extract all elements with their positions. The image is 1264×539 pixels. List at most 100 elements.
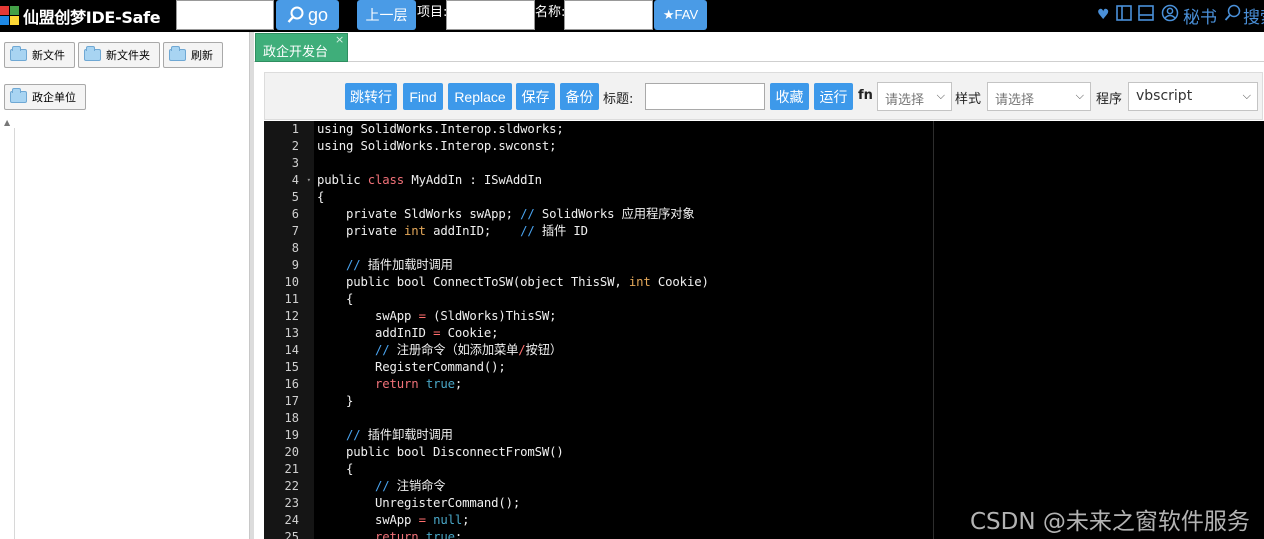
code-line: { <box>317 461 934 478</box>
code-token: 插件加载时调用 <box>367 258 453 272</box>
name-input[interactable] <box>564 0 653 30</box>
name-label: 名称: <box>535 5 566 20</box>
code-token: 注销命令 <box>396 479 446 493</box>
code-token: = <box>418 309 426 323</box>
gov-unit-button[interactable]: 政企单位 <box>4 84 86 110</box>
file-explorer-panel: 新文件 新文件夹 刷新 政企单位 ▲ <box>0 32 249 539</box>
search-input[interactable] <box>176 0 274 30</box>
code-line: { <box>317 291 934 308</box>
line-number: 10 <box>284 275 299 289</box>
go-button[interactable]: go <box>276 0 339 30</box>
find-button[interactable]: Find <box>403 83 443 110</box>
code-line: // 注销命令 <box>317 478 934 495</box>
code-token: // <box>317 258 368 272</box>
program-label: 程序 <box>1096 92 1123 107</box>
code-token: } <box>317 394 354 408</box>
heart-icon[interactable]: ♥ <box>1097 7 1110 23</box>
code-line: UnregisterCommand(); <box>317 495 934 512</box>
code-content[interactable]: using SolidWorks.Interop.sldworks; using … <box>317 121 934 539</box>
program-select[interactable]: vbscript ⌵ <box>1128 82 1258 111</box>
folder-icon <box>10 46 27 61</box>
code-token: return <box>317 377 419 391</box>
code-token: (SldWorks)ThisSW; <box>425 309 557 323</box>
search-icon <box>287 6 304 23</box>
app-title: 仙盟创梦IDE-Safe <box>23 8 161 27</box>
chevron-down-icon: ⌵ <box>1075 89 1084 102</box>
code-line: return true; <box>317 529 934 539</box>
code-token: null <box>433 513 463 527</box>
code-token: { <box>317 462 354 476</box>
code-token: // <box>520 224 535 238</box>
search-icon-right[interactable] <box>1224 4 1242 22</box>
code-token: class <box>367 173 405 187</box>
code-token: 按钮） <box>525 343 563 357</box>
backup-button[interactable]: 备份 <box>560 83 599 110</box>
code-token: addInID; <box>425 224 521 238</box>
refresh-button[interactable]: 刷新 <box>163 42 223 68</box>
fn-label: fn <box>858 88 873 103</box>
line-number: 25 <box>284 530 299 539</box>
code-line: swApp = (SldWorks)ThisSW; <box>317 308 934 325</box>
new-folder-button[interactable]: 新文件夹 <box>78 42 160 68</box>
code-line: public bool DisconnectFromSW() <box>317 444 934 461</box>
line-number: 24 <box>284 513 299 527</box>
goto-line-button[interactable]: 跳转行 <box>345 83 397 110</box>
line-number: 13 <box>284 326 299 340</box>
project-label: 项目: <box>417 5 448 20</box>
line-number: 18 <box>284 411 299 425</box>
code-token: addInID <box>317 326 434 340</box>
user-icon[interactable] <box>1161 4 1179 22</box>
scroll-up-icon[interactable]: ▲ <box>4 118 10 127</box>
code-token: UnregisterCommand(); <box>317 496 521 510</box>
line-number: 21 <box>284 462 299 476</box>
code-token: // <box>317 428 368 442</box>
code-line: return true; <box>317 376 934 393</box>
line-number: 14 <box>284 343 299 357</box>
up-level-button[interactable]: 上一层 <box>357 0 416 30</box>
code-token: ; <box>454 530 463 539</box>
project-input[interactable] <box>446 0 535 30</box>
line-number-gutter: 1 2 3 4 ▾ 5 6 7 8 9 10 11 12 13 14 15 16 17 18 19 20 21 22 23 24… <box>264 121 314 539</box>
replace-button[interactable]: Replace <box>448 83 512 110</box>
go-label: go <box>307 4 329 25</box>
line-number: 12 <box>284 309 299 323</box>
code-line: } <box>317 393 934 410</box>
code-token: ; <box>462 513 470 527</box>
code-token: // <box>520 207 542 221</box>
secretary-link[interactable]: 秘书 <box>1183 3 1217 28</box>
code-token: / <box>518 343 526 357</box>
code-token: { <box>317 292 354 306</box>
panel-layout-icon[interactable] <box>1138 5 1154 21</box>
code-token: public bool ConnectToSW(object ThisSW, <box>317 275 629 289</box>
style-select[interactable]: 请选择 ⌵ <box>987 82 1091 111</box>
line-number: 2 <box>291 139 299 153</box>
fn-select[interactable]: 请选择 ⌵ <box>877 82 952 111</box>
code-token: using SolidWorks.Interop.swconst; <box>317 139 557 153</box>
folder-icon <box>169 46 186 61</box>
code-token: private SldWorks swApp; <box>317 207 521 221</box>
run-button[interactable]: 运行 <box>814 83 853 110</box>
code-editor[interactable]: 1 2 3 4 ▾ 5 6 7 8 9 10 11 12 13 14 15 16 17 18 19 20 21 22 23 24… <box>264 121 1264 539</box>
code-line: // 插件卸载时调用 <box>317 427 934 444</box>
line-number: 16 <box>284 377 299 391</box>
fold-toggle-icon[interactable]: ▾ <box>307 172 311 189</box>
chevron-down-icon: ⌵ <box>1242 89 1251 102</box>
fn-select-value: 请选择 <box>885 93 925 108</box>
new-file-button[interactable]: 新文件 <box>4 42 75 68</box>
line-number: 4 ▾ <box>291 172 311 189</box>
panel-splitter[interactable] <box>249 32 254 539</box>
line-number: 8 <box>291 241 299 255</box>
close-icon[interactable]: × <box>335 33 344 46</box>
folder-icon <box>10 88 27 103</box>
tab-gov-dev-console[interactable]: 政企开发台 × <box>255 33 348 62</box>
code-token: true <box>425 377 455 391</box>
favorite-button[interactable]: 收藏 <box>770 83 809 110</box>
sidebar-layout-icon[interactable] <box>1116 5 1132 21</box>
search-link[interactable]: 搜索 <box>1243 3 1264 28</box>
save-button[interactable]: 保存 <box>516 83 555 110</box>
line-number: 7 <box>291 224 299 238</box>
title-input[interactable] <box>645 83 765 110</box>
fav-button[interactable]: ★FAV <box>654 0 707 30</box>
